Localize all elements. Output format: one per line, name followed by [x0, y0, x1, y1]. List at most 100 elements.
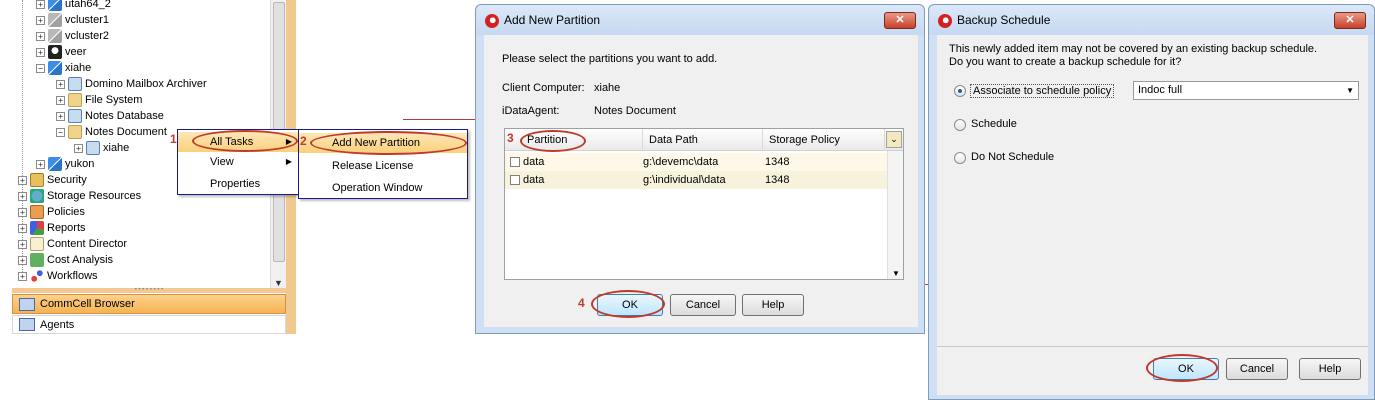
- column-chooser-icon[interactable]: ⌄: [886, 131, 902, 148]
- expand-icon[interactable]: +: [36, 15, 45, 25]
- do-not-schedule-label[interactable]: Do Not Schedule: [971, 151, 1054, 163]
- table-row[interactable]: data g:\devemc\data 1348: [505, 153, 888, 171]
- notes-document-icon: [68, 125, 82, 139]
- schedule-policy-dropdown[interactable]: Indoc full ▼: [1133, 81, 1359, 100]
- tree-item-policies[interactable]: + Policies: [18, 204, 85, 220]
- tree-item-utah64-2[interactable]: + utah64_2: [36, 0, 111, 12]
- step-marker-1: 1: [170, 132, 177, 146]
- message-line-1: This newly added item may not be covered…: [949, 43, 1318, 55]
- pie-icon: [30, 221, 44, 235]
- column-header-storage-policy[interactable]: Storage Policy: [763, 129, 885, 151]
- windows-icon: [48, 157, 62, 171]
- menu-item-label: Properties: [210, 178, 261, 190]
- tree-item-vcluster2[interactable]: + vcluster2: [36, 28, 109, 44]
- tree-item-xiahe[interactable]: − xiahe: [36, 60, 91, 76]
- tree-item-notes-document[interactable]: − Notes Document: [56, 124, 167, 140]
- browser-icon: [19, 297, 35, 311]
- tab-agents[interactable]: Agents: [12, 315, 286, 334]
- menu-item-operation-window[interactable]: Operation Window: [299, 178, 467, 198]
- expand-icon[interactable]: +: [18, 223, 27, 233]
- chevron-down-icon: ▼: [1346, 86, 1354, 95]
- grid-scrollbar[interactable]: ▼: [887, 151, 903, 279]
- cell-partition: data: [523, 156, 545, 168]
- expand-icon[interactable]: +: [18, 175, 27, 185]
- cell-data-path: g:\devemc\data: [643, 156, 719, 168]
- collapse-icon[interactable]: −: [56, 127, 65, 137]
- tree-item-domino-mailbox-archiver[interactable]: + Domino Mailbox Archiver: [56, 76, 207, 92]
- row-checkbox[interactable]: [510, 157, 520, 167]
- lock-icon: [30, 173, 44, 187]
- tree-item-reports[interactable]: + Reports: [18, 220, 86, 236]
- dialog-titlebar[interactable]: Add New Partition: [476, 5, 924, 35]
- expand-icon[interactable]: +: [18, 271, 27, 281]
- dialog-body: This newly added item may not be covered…: [937, 35, 1368, 395]
- expand-icon[interactable]: +: [18, 207, 27, 217]
- highlight-oval-ok: [591, 290, 665, 318]
- step-marker-4: 4: [578, 296, 585, 310]
- expand-icon[interactable]: +: [56, 79, 65, 89]
- column-header-data-path[interactable]: Data Path: [643, 129, 763, 151]
- scroll-down-icon[interactable]: ▼: [892, 269, 900, 278]
- cell-data-path: g:\individual\data: [643, 174, 726, 186]
- expand-icon[interactable]: +: [56, 95, 65, 105]
- notes-database-icon: [68, 109, 82, 123]
- collapse-icon[interactable]: −: [36, 63, 45, 73]
- expand-icon[interactable]: +: [36, 31, 45, 41]
- cancel-button[interactable]: Cancel: [1226, 358, 1288, 380]
- tree-item-veer[interactable]: + veer: [36, 44, 86, 60]
- table-row[interactable]: data g:\individual\data 1348: [505, 171, 888, 189]
- tab-commcell-browser[interactable]: CommCell Browser: [12, 294, 286, 314]
- menu-item-view[interactable]: View ▶: [178, 152, 298, 172]
- scroll-down-icon[interactable]: ▼: [274, 278, 283, 288]
- tree-item-label: Domino Mailbox Archiver: [85, 78, 207, 90]
- schedule-label[interactable]: Schedule: [971, 118, 1017, 130]
- tree-item-notes-database[interactable]: + Notes Database: [56, 108, 164, 124]
- submenu-arrow-icon: ▶: [285, 157, 292, 166]
- menu-item-release-license[interactable]: Release License: [299, 156, 467, 176]
- menu-item-label: Release License: [332, 160, 414, 172]
- menu-item-properties[interactable]: Properties: [178, 174, 298, 194]
- expand-icon[interactable]: +: [36, 47, 45, 57]
- windows-icon: [48, 0, 62, 11]
- expand-icon[interactable]: +: [74, 143, 83, 153]
- tree-item-workflows[interactable]: + Workflows: [18, 268, 98, 284]
- client-computer-label: Client Computer:: [502, 82, 585, 94]
- tree-item-vcluster1[interactable]: + vcluster1: [36, 12, 109, 28]
- dialog-titlebar[interactable]: Backup Schedule: [929, 5, 1374, 35]
- tree-item-file-system[interactable]: + File System: [56, 92, 142, 108]
- expand-icon[interactable]: +: [18, 255, 27, 265]
- expand-icon[interactable]: +: [56, 111, 65, 121]
- expand-icon[interactable]: +: [18, 191, 27, 201]
- close-button[interactable]: ✕: [1334, 12, 1366, 29]
- expand-icon[interactable]: +: [36, 159, 45, 169]
- tree-item-backupset-xiahe[interactable]: + xiahe: [74, 140, 129, 156]
- associate-policy-label[interactable]: Associate to schedule policy: [970, 84, 1115, 98]
- windows-icon: [48, 61, 62, 75]
- add-new-partition-dialog: Add New Partition ✕ Please select the pa…: [475, 4, 925, 334]
- radio-schedule[interactable]: [954, 119, 966, 131]
- help-button[interactable]: Help: [1299, 358, 1361, 380]
- expand-icon[interactable]: +: [36, 0, 45, 9]
- step-marker-2: 2: [300, 134, 307, 148]
- pane-splitter[interactable]: • • • • • • • •: [12, 287, 286, 293]
- highlight-oval-add-new-partition: [310, 131, 467, 155]
- expand-icon[interactable]: +: [18, 239, 27, 249]
- radio-associate-policy[interactable]: [954, 85, 966, 97]
- help-button[interactable]: Help: [742, 294, 804, 316]
- row-checkbox[interactable]: [510, 175, 520, 185]
- cancel-button[interactable]: Cancel: [670, 294, 736, 316]
- tree-item-storage-resources[interactable]: + Storage Resources: [18, 188, 141, 204]
- tree-item-content-director[interactable]: + Content Director: [18, 236, 127, 252]
- flow-arrow-line: [403, 119, 478, 120]
- tree-item-cost-analysis[interactable]: + Cost Analysis: [18, 252, 113, 268]
- tree-item-yukon[interactable]: + yukon: [36, 156, 94, 172]
- dialog-body: Please select the partitions you want to…: [484, 35, 918, 327]
- highlight-oval-partition-column: [520, 130, 586, 152]
- footer-divider: [937, 346, 1368, 347]
- radio-do-not-schedule[interactable]: [954, 152, 966, 164]
- tree-item-security[interactable]: + Security: [18, 172, 87, 188]
- tree-item-label: vcluster1: [65, 14, 110, 26]
- tree-item-label: Reports: [47, 222, 86, 234]
- close-button[interactable]: ✕: [884, 12, 916, 29]
- step-marker-3: 3: [507, 131, 514, 145]
